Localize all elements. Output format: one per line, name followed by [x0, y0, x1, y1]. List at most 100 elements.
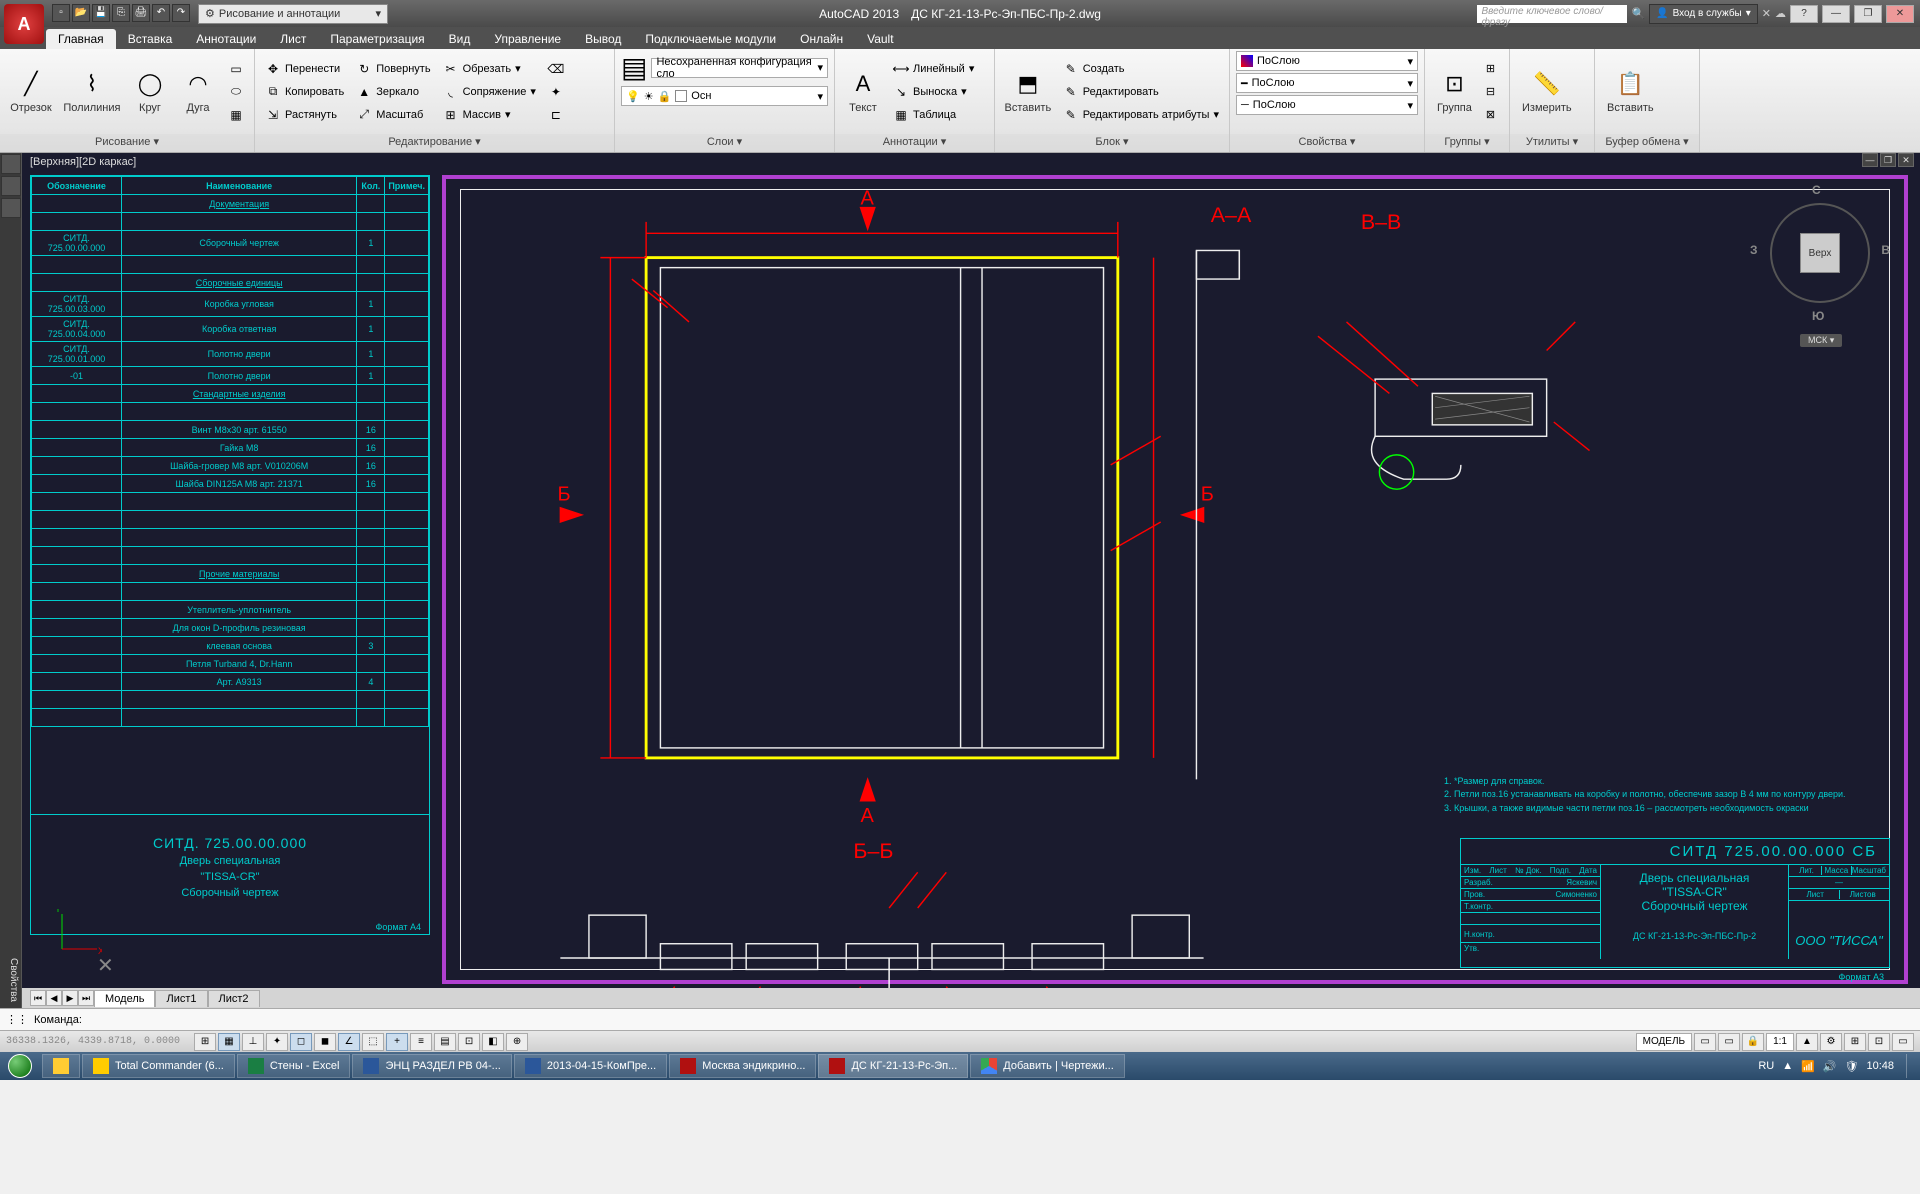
annovis-icon[interactable]: ▲ [1796, 1033, 1818, 1051]
otrack-button[interactable]: ∠ [338, 1033, 360, 1051]
rotate-button[interactable]: ↻Повернуть [352, 58, 434, 80]
search-icon[interactable]: 🔍 [1631, 7, 1645, 20]
snap-button[interactable]: ⊞ [194, 1033, 216, 1051]
scale-button[interactable]: ⤢Масштаб [352, 104, 434, 126]
task-tc[interactable]: Total Commander (6... [82, 1054, 235, 1078]
lwt-button[interactable]: ≡ [410, 1033, 432, 1051]
viewcube-w[interactable]: З [1750, 243, 1758, 257]
ltype-dropdown[interactable]: ─ПоСлою▾ [1236, 95, 1418, 115]
cloud-icon[interactable]: ☁ [1775, 7, 1786, 20]
close-button[interactable]: ✕ [1886, 5, 1914, 23]
tray-shield-icon[interactable]: 🛡 [1845, 1060, 1859, 1073]
workspace-dropdown[interactable]: ⚙ Рисование и аннотации ▾ [198, 4, 388, 24]
editattr-button[interactable]: ✎Редактировать атрибуты ▾ [1059, 104, 1223, 126]
polyline-button[interactable]: ⌇Полилиния [60, 66, 124, 116]
doc-min-button[interactable]: — [1862, 153, 1878, 167]
fillet-button[interactable]: ◟Сопряжение ▾ [439, 81, 540, 103]
ducs-button[interactable]: ⬚ [362, 1033, 384, 1051]
viewcube-top[interactable]: Верх [1800, 233, 1840, 273]
mirror-button[interactable]: ▲Зеркало [352, 81, 434, 103]
copy-button[interactable]: ⧉Копировать [261, 81, 348, 103]
qat-undo-icon[interactable]: ↶ [152, 4, 170, 22]
leader-button[interactable]: ↘Выноска ▾ [889, 81, 978, 103]
palette-button[interactable] [1, 176, 21, 196]
doc-close-button[interactable]: ✕ [1898, 153, 1914, 167]
ws-icon[interactable]: ⚙ [1820, 1033, 1842, 1051]
polar-button[interactable]: ✦ [266, 1033, 288, 1051]
qat-save-icon[interactable]: 💾 [92, 4, 110, 22]
stretch-button[interactable]: ⇲Растянуть [261, 104, 348, 126]
qv-drawings-icon[interactable]: ▭ [1718, 1033, 1740, 1051]
search-input[interactable]: Введите ключевое слово/фразу [1477, 5, 1627, 23]
qat-redo-icon[interactable]: ↷ [172, 4, 190, 22]
nav-prev-icon[interactable]: ◀ [46, 990, 62, 1006]
layerstate-dropdown[interactable]: Несохраненная конфигурация сло▾ [651, 58, 828, 78]
viewcube-wcs[interactable]: МСК ▾ [1800, 334, 1842, 347]
table-button[interactable]: ▦Таблица [889, 104, 978, 126]
help-button[interactable]: ? [1790, 5, 1818, 23]
insert-button[interactable]: ⬒Вставить [1001, 66, 1055, 116]
text-button[interactable]: AТекст [841, 66, 885, 116]
task-acad2[interactable]: ДС КГ-21-13-Рс-Эп... [818, 1054, 968, 1078]
qp-button[interactable]: ⊡ [458, 1033, 480, 1051]
qat-new-icon[interactable]: ▫ [52, 4, 70, 22]
grp-icon1[interactable]: ⊞ [1482, 58, 1499, 80]
palette-button[interactable] [1, 198, 21, 218]
sc-button[interactable]: ◧ [482, 1033, 504, 1051]
panel-block-label[interactable]: Блок ▾ [995, 134, 1229, 152]
move-button[interactable]: ✥Перенести [261, 58, 348, 80]
tab-layout2[interactable]: Лист2 [208, 990, 260, 1007]
task-explorer[interactable] [42, 1054, 80, 1078]
tray-flag-icon[interactable]: ▲ [1782, 1060, 1793, 1072]
qv-layouts-icon[interactable]: ▭ [1694, 1033, 1716, 1051]
exchange-icon[interactable]: ✕ [1762, 7, 1771, 20]
lweight-dropdown[interactable]: ━ПоСлою▾ [1236, 73, 1418, 93]
nav-last-icon[interactable]: ⏭ [78, 990, 94, 1006]
tab-vault[interactable]: Vault [855, 29, 905, 49]
tab-output[interactable]: Вывод [573, 29, 633, 49]
dyn-button[interactable]: + [386, 1033, 408, 1051]
language-indicator[interactable]: RU [1758, 1060, 1774, 1072]
tab-annotate[interactable]: Аннотации [184, 29, 268, 49]
doc-max-button[interactable]: ❐ [1880, 153, 1896, 167]
viewcube[interactable]: Верх С Ю В З МСК ▾ [1750, 183, 1890, 323]
trim-button[interactable]: ✂Обрезать ▾ [439, 58, 540, 80]
measure-button[interactable]: 📏Измерить [1516, 66, 1578, 116]
tpy-button[interactable]: ▤ [434, 1033, 456, 1051]
task-word1[interactable]: ЭНЦ РАЗДЕЛ РВ 04-... [352, 1054, 511, 1078]
start-button[interactable] [0, 1052, 40, 1080]
hatch-button[interactable]: ▦ [224, 104, 248, 126]
tab-model[interactable]: Модель [94, 990, 155, 1007]
line-button[interactable]: ╱Отрезок [6, 66, 56, 116]
ortho-button[interactable]: ⊥ [242, 1033, 264, 1051]
grp-icon2[interactable]: ⊟ [1482, 81, 1499, 103]
layerprops-icon[interactable]: ▤ [621, 51, 647, 84]
create-button[interactable]: ✎Создать [1059, 58, 1223, 80]
hw-icon[interactable]: ⊞ [1844, 1033, 1866, 1051]
document-area[interactable]: [Верхняя][2D каркас] — ❐ ✕ ОбозначениеНа… [22, 153, 1920, 1008]
minimize-button[interactable]: — [1822, 5, 1850, 23]
panel-props-label[interactable]: Свойства ▾ [1230, 134, 1424, 152]
viewcube-s[interactable]: Ю [1812, 309, 1824, 323]
qat-saveas-icon[interactable]: ⎘ [112, 4, 130, 22]
osnap-button[interactable]: ◻ [290, 1033, 312, 1051]
viewcube-n[interactable]: С [1812, 183, 1821, 197]
ucs-icon[interactable]: YX [52, 909, 102, 964]
panel-layers-label[interactable]: Слои ▾ [615, 134, 834, 152]
iso-icon[interactable]: ⊡ [1868, 1033, 1890, 1051]
show-desktop-button[interactable] [1906, 1054, 1914, 1078]
task-word2[interactable]: 2013-04-15-КомПре... [514, 1054, 667, 1078]
login-button[interactable]: 👤 Вход в службы ▾ [1649, 4, 1758, 24]
model-space-button[interactable]: МОДЕЛЬ [1636, 1033, 1692, 1051]
maximize-button[interactable]: ❐ [1854, 5, 1882, 23]
annotation-scale[interactable]: 1:1 [1766, 1033, 1794, 1051]
panel-clipboard-label[interactable]: Буфер обмена ▾ [1595, 134, 1699, 152]
qat-open-icon[interactable]: 📂 [72, 4, 90, 22]
tab-insert[interactable]: Вставка [116, 29, 185, 49]
tab-parametric[interactable]: Параметризация [318, 29, 436, 49]
ellipse-button[interactable]: ⬭ [224, 81, 248, 103]
3dosnap-button[interactable]: ◼ [314, 1033, 336, 1051]
dimlinear-button[interactable]: ⟷Линейный ▾ [889, 58, 978, 80]
rect-button[interactable]: ▭ [224, 58, 248, 80]
properties-palette-tab[interactable]: Свойства [0, 952, 21, 1008]
